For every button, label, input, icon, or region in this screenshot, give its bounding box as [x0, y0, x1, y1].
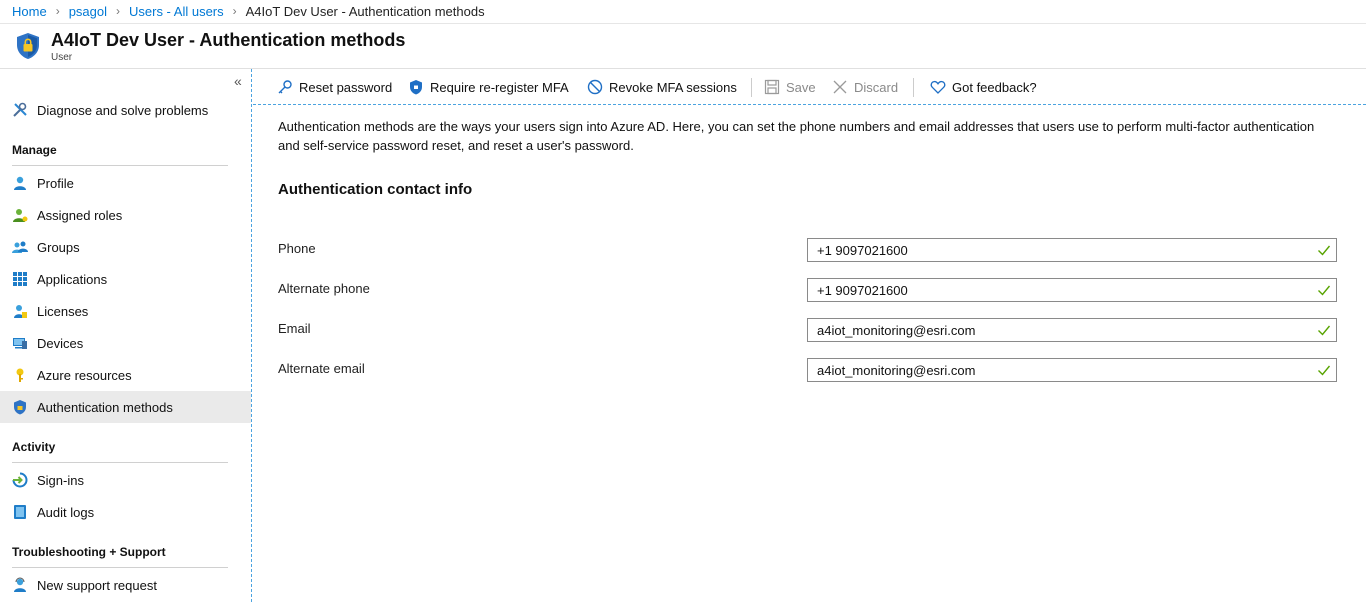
feedback-label: Got feedback?: [952, 79, 1037, 95]
sidebar-item-assigned-roles[interactable]: Assigned roles: [0, 199, 251, 231]
sidebar-item-label: Audit logs: [37, 504, 95, 520]
save-button[interactable]: Save: [764, 69, 816, 105]
wrench-icon: [12, 102, 28, 118]
checkmark-icon: [1318, 325, 1331, 336]
command-bar: Reset password Require re-register MFA R…: [253, 69, 1366, 105]
license-icon: [12, 303, 28, 319]
header-divider: [0, 23, 1366, 24]
email-field[interactable]: [807, 318, 1337, 342]
section-heading-activity: Activity: [12, 440, 56, 454]
email-label: Email: [278, 321, 311, 336]
reset-password-label: Reset password: [299, 79, 393, 95]
chevron-right-icon: ›: [55, 4, 60, 18]
sidebar-item-label: Diagnose and solve problems: [37, 102, 209, 118]
shield-icon: [408, 79, 424, 95]
key-icon: [277, 79, 293, 95]
discard-button[interactable]: Discard: [832, 69, 898, 105]
email-input[interactable]: [817, 322, 1297, 338]
sidebar-item-label: Azure resources: [37, 367, 132, 383]
sidebar-item-diagnose[interactable]: Diagnose and solve problems: [0, 94, 251, 126]
feedback-button[interactable]: Got feedback?: [930, 69, 1037, 105]
section-divider: [12, 462, 228, 463]
save-label: Save: [786, 79, 816, 95]
sidebar-item-label: New support request: [37, 577, 157, 593]
log-book-icon: [12, 504, 28, 520]
revoke-mfa-sessions-label: Revoke MFA sessions: [609, 79, 737, 95]
heart-icon: [930, 79, 946, 95]
checkmark-icon: [1318, 245, 1331, 256]
sidebar-item-audit-logs[interactable]: Audit logs: [0, 496, 251, 528]
support-person-icon: [12, 577, 28, 593]
sidebar-item-label: Groups: [37, 239, 80, 255]
sidebar-item-licenses[interactable]: Licenses: [0, 295, 251, 327]
section-divider: [12, 165, 228, 166]
shield-lock-icon: [17, 33, 39, 59]
alternate-phone-input[interactable]: [817, 282, 1297, 298]
alternate-phone-field[interactable]: [807, 278, 1337, 302]
sign-in-icon: [12, 472, 28, 488]
sidebar-item-profile[interactable]: Profile: [0, 167, 251, 199]
revoke-mfa-sessions-button[interactable]: Revoke MFA sessions: [587, 69, 737, 105]
toolbar-separator: [751, 78, 752, 97]
page-title: A4IoT Dev User - Authentication methods: [51, 30, 406, 50]
group-icon: [12, 239, 28, 255]
alternate-email-input[interactable]: [817, 362, 1297, 378]
sidebar-item-label: Applications: [37, 271, 108, 287]
phone-field[interactable]: [807, 238, 1337, 262]
sidebar-item-label: Licenses: [37, 303, 89, 319]
section-title: Authentication contact info: [278, 181, 473, 198]
require-reregister-mfa-label: Require re-register MFA: [430, 79, 569, 95]
breadcrumb: Home › psagol › Users - All users › A4Io…: [12, 3, 485, 19]
sidebar-item-new-support-request[interactable]: New support request: [0, 569, 251, 601]
breadcrumb-home[interactable]: Home: [12, 4, 47, 19]
key-icon: [12, 367, 28, 383]
sidebar-item-azure-resources[interactable]: Azure resources: [0, 359, 251, 391]
apps-grid-icon: [12, 271, 28, 287]
collapse-sidebar-button[interactable]: «: [234, 73, 242, 89]
phone-input[interactable]: [817, 242, 1297, 258]
sidebar: « Diagnose and solve problems Manage Pro…: [0, 69, 252, 602]
alternate-phone-label: Alternate phone: [278, 281, 370, 296]
user-icon: [12, 175, 28, 191]
sidebar-item-devices[interactable]: Devices: [0, 327, 251, 359]
breadcrumb-all-users[interactable]: Users - All users: [129, 4, 224, 19]
reset-password-button[interactable]: Reset password: [277, 69, 392, 105]
toolbar-separator: [913, 78, 914, 97]
phone-label: Phone: [278, 241, 316, 256]
sidebar-item-authentication-methods[interactable]: Authentication methods: [0, 391, 251, 423]
description-text: Authentication methods are the ways your…: [278, 119, 1315, 153]
alternate-email-field[interactable]: [807, 358, 1337, 382]
alternate-email-label: Alternate email: [278, 361, 365, 376]
sidebar-item-label: Devices: [37, 335, 84, 351]
block-icon: [587, 79, 603, 95]
section-heading-troubleshooting: Troubleshooting + Support: [12, 545, 166, 559]
sidebar-item-groups[interactable]: Groups: [0, 231, 251, 263]
sidebar-item-applications[interactable]: Applications: [0, 263, 251, 295]
user-role-icon: [12, 207, 28, 223]
chevron-right-icon: ›: [116, 4, 120, 18]
save-icon: [764, 79, 780, 95]
checkmark-icon: [1318, 285, 1331, 296]
chevron-right-icon: ›: [232, 4, 237, 18]
device-icon: [12, 335, 28, 351]
discard-label: Discard: [854, 79, 899, 95]
section-heading-manage: Manage: [12, 143, 57, 157]
breadcrumb-tenant[interactable]: psagol: [69, 4, 107, 19]
sidebar-item-label: Assigned roles: [37, 207, 123, 223]
require-reregister-mfa-button[interactable]: Require re-register MFA: [408, 69, 569, 105]
breadcrumb-current: A4IoT Dev User - Authentication methods: [245, 3, 485, 19]
sidebar-item-label: Sign-ins: [37, 472, 84, 488]
checkmark-icon: [1318, 365, 1331, 376]
close-icon: [832, 79, 848, 95]
section-divider: [12, 567, 228, 568]
sidebar-item-label: Authentication methods: [37, 399, 173, 415]
shield-icon: [12, 399, 28, 415]
sidebar-item-label: Profile: [37, 175, 74, 191]
sidebar-item-sign-ins[interactable]: Sign-ins: [0, 464, 251, 496]
page-subtitle: User: [51, 52, 73, 63]
